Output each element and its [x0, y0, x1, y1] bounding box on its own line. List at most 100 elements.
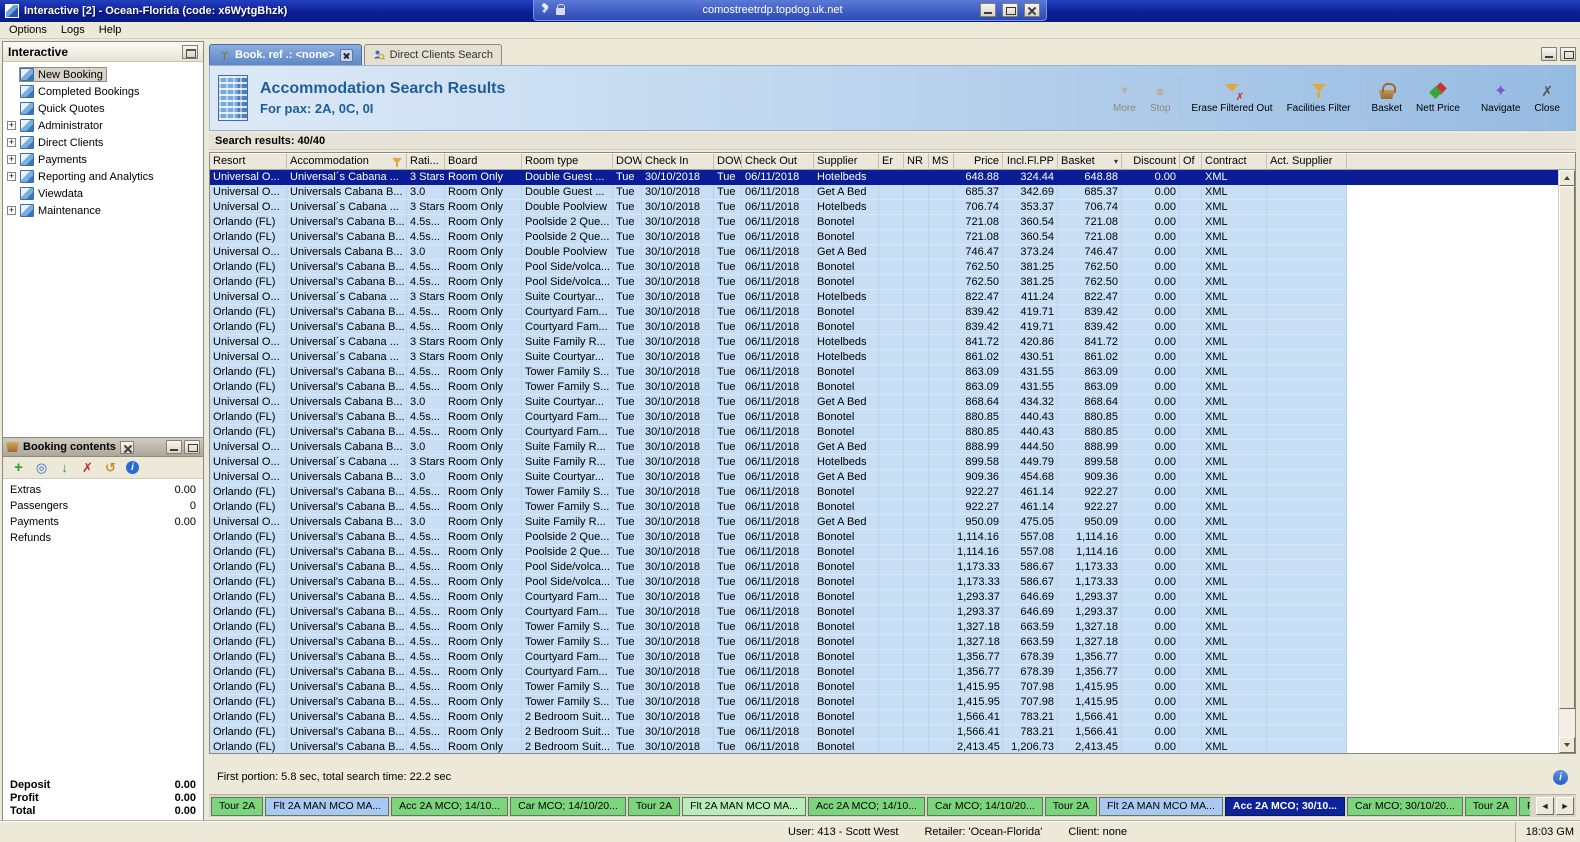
- result-row[interactable]: Orlando (FL) Universal's Cabana B... 4.5s.…: [210, 560, 1558, 575]
- sidebar-item-viewdata[interactable]: Viewdata: [3, 185, 203, 202]
- result-row[interactable]: Universal O... Universals Cabana B... 3.0 R…: [210, 395, 1558, 410]
- expand-icon[interactable]: +: [7, 155, 16, 164]
- column-header-board[interactable]: Board: [445, 153, 522, 170]
- result-row[interactable]: Orlando (FL) Universal's Cabana B... 4.5s.…: [210, 260, 1558, 275]
- tab-close-icon[interactable]: [339, 48, 353, 62]
- expand-icon[interactable]: +: [7, 172, 16, 181]
- booking-row-payments[interactable]: Payments 0.00: [3, 514, 203, 530]
- result-row[interactable]: Orlando (FL) Universal's Cabana B... 4.5s.…: [210, 485, 1558, 500]
- result-row[interactable]: Orlando (FL) Universal's Cabana B... 4.5s.…: [210, 710, 1558, 725]
- itinerary-tab[interactable]: Financial Summary: [1518, 796, 1530, 816]
- navigate-button[interactable]: Navigate: [1474, 82, 1527, 114]
- column-header-ms[interactable]: MS: [929, 153, 954, 170]
- column-header-check-in[interactable]: Check In: [642, 153, 714, 170]
- sidebar-item-new-booking[interactable]: New Booking: [3, 66, 203, 83]
- add-icon[interactable]: +: [11, 459, 26, 476]
- itinerary-tab[interactable]: Car MCO; 30/10/20...: [1346, 796, 1463, 816]
- result-row[interactable]: Universal O... Universal´s Cabana ... 3 St…: [210, 290, 1558, 305]
- result-row[interactable]: Orlando (FL) Universal's Cabana B... 4.5s.…: [210, 665, 1558, 680]
- view-icon[interactable]: ◎: [34, 460, 49, 475]
- itinerary-tab[interactable]: Flt 2A MAN MCO MA...: [265, 796, 390, 816]
- tab-direct-clients-search[interactable]: Direct Clients Search: [363, 44, 502, 65]
- booking-row-passengers[interactable]: Passengers 0: [3, 498, 203, 514]
- info-icon[interactable]: i: [126, 461, 139, 474]
- booking-panel-minimize-button[interactable]: [166, 440, 182, 454]
- column-header-resort[interactable]: Resort: [210, 153, 287, 170]
- column-header-price[interactable]: Price: [954, 153, 1003, 170]
- result-row[interactable]: Universal O... Universals Cabana B... 3.0 R…: [210, 515, 1558, 530]
- booking-row-refunds[interactable]: Refunds: [3, 530, 203, 546]
- filter-funnel-icon[interactable]: [392, 157, 403, 167]
- sidebar-item-maintenance[interactable]: + Maintenance: [3, 202, 203, 219]
- column-header-contract[interactable]: Contract: [1202, 153, 1267, 170]
- rdp-minimize-button[interactable]: [980, 3, 996, 17]
- expand-icon[interactable]: +: [7, 138, 16, 147]
- rdp-restore-button[interactable]: [1002, 3, 1018, 17]
- result-row[interactable]: Orlando (FL) Universal's Cabana B... 4.5s.…: [210, 230, 1558, 245]
- result-row[interactable]: Orlando (FL) Universal's Cabana B... 4.5s.…: [210, 575, 1558, 590]
- result-row[interactable]: Orlando (FL) Universal's Cabana B... 4.5s.…: [210, 605, 1558, 620]
- result-row[interactable]: Orlando (FL) Universal's Cabana B... 4.5s.…: [210, 680, 1558, 695]
- booking-contents-close-button[interactable]: [119, 440, 134, 454]
- scroll-up-icon[interactable]: [1559, 170, 1575, 186]
- close-button[interactable]: Close: [1527, 82, 1567, 114]
- result-row[interactable]: Universal O... Universal´s Cabana ... 3 St…: [210, 455, 1558, 470]
- result-row[interactable]: Universal O... Universal´s Cabana ... 3 St…: [210, 170, 1558, 185]
- itinerary-tab[interactable]: Tour 2A: [627, 796, 681, 816]
- sidebar-item-administrator[interactable]: + Administrator: [3, 117, 203, 134]
- result-row[interactable]: Universal O... Universal´s Cabana ... 3 St…: [210, 335, 1558, 350]
- erase-filtered-out-button[interactable]: Erase Filtered Out: [1184, 82, 1279, 114]
- booking-panel-restore-button[interactable]: [184, 440, 200, 454]
- result-row[interactable]: Orlando (FL) Universal's Cabana B... 4.5s.…: [210, 275, 1558, 290]
- basket-button[interactable]: Basket: [1364, 82, 1409, 114]
- column-header-er[interactable]: Er: [879, 153, 904, 170]
- itinerary-tab[interactable]: Acc 2A MCO; 14/10...: [808, 796, 925, 816]
- result-row[interactable]: Orlando (FL) Universal's Cabana B... 4.5s.…: [210, 620, 1558, 635]
- result-row[interactable]: Orlando (FL) Universal's Cabana B... 4.5s.…: [210, 635, 1558, 650]
- column-header-discount[interactable]: Discount: [1122, 153, 1180, 170]
- result-row[interactable]: Orlando (FL) Universal's Cabana B... 4.5s.…: [210, 365, 1558, 380]
- result-row[interactable]: Orlando (FL) Universal's Cabana B... 4.5s.…: [210, 650, 1558, 665]
- column-header-basket[interactable]: Basket ▾: [1058, 153, 1122, 170]
- result-row[interactable]: Orlando (FL) Universal's Cabana B... 4.5s.…: [210, 425, 1558, 440]
- booking-row-extras[interactable]: Extras 0.00: [3, 482, 203, 498]
- menu-help[interactable]: Help: [92, 23, 129, 37]
- scrollbar-track[interactable]: [1559, 186, 1575, 737]
- delete-icon[interactable]: ✗: [80, 460, 95, 475]
- result-row[interactable]: Orlando (FL) Universal's Cabana B... 4.5s.…: [210, 410, 1558, 425]
- sidebar-item-reporting-and-analytics[interactable]: + Reporting and Analytics: [3, 168, 203, 185]
- refresh-icon[interactable]: ↺: [103, 460, 118, 475]
- mdi-restore-button[interactable]: [1560, 47, 1576, 61]
- move-to-basket-icon[interactable]: ↓: [57, 460, 72, 475]
- tab-scroll-left-icon[interactable]: ◄: [1536, 797, 1554, 815]
- column-header-dow[interactable]: DOW: [714, 153, 742, 170]
- expand-icon[interactable]: +: [7, 206, 16, 215]
- column-header-rati[interactable]: Rati...: [407, 153, 445, 170]
- result-row[interactable]: Orlando (FL) Universal's Cabana B... 4.5s.…: [210, 530, 1558, 545]
- scroll-down-icon[interactable]: [1559, 737, 1575, 753]
- result-row[interactable]: Universal O... Universal´s Cabana ... 3 St…: [210, 200, 1558, 215]
- column-header-room-type[interactable]: Room type: [522, 153, 613, 170]
- stop-button[interactable]: Stop: [1143, 82, 1178, 114]
- result-row[interactable]: Universal O... Universals Cabana B... 3.0 R…: [210, 470, 1558, 485]
- result-row[interactable]: Universal O... Universals Cabana B... 3.0 R…: [210, 440, 1558, 455]
- mdi-minimize-button[interactable]: [1541, 47, 1557, 61]
- tab-scroll-right-icon[interactable]: ►: [1556, 797, 1574, 815]
- column-header-nr[interactable]: NR: [904, 153, 929, 170]
- panel-collapse-icon[interactable]: [182, 44, 198, 59]
- result-row[interactable]: Orlando (FL) Universal's Cabana B... 4.5s.…: [210, 305, 1558, 320]
- pin-icon[interactable]: [540, 4, 550, 16]
- column-header-incl-fl-pp[interactable]: Incl.Fl.PP: [1003, 153, 1058, 170]
- more-button[interactable]: More: [1106, 82, 1143, 114]
- itinerary-tab[interactable]: Tour 2A: [211, 796, 264, 816]
- result-row[interactable]: Orlando (FL) Universal's Cabana B... 4.5s.…: [210, 740, 1558, 753]
- sidebar-item-payments[interactable]: + Payments: [3, 151, 203, 168]
- itinerary-tab[interactable]: Acc 2A MCO; 14/10...: [391, 796, 509, 816]
- itinerary-tab[interactable]: Tour 2A: [1044, 796, 1097, 816]
- result-row[interactable]: Orlando (FL) Universal's Cabana B... 4.5s.…: [210, 320, 1558, 335]
- column-header-dow[interactable]: DOW: [613, 153, 642, 170]
- result-row[interactable]: Orlando (FL) Universal's Cabana B... 4.5s.…: [210, 215, 1558, 230]
- column-header-of[interactable]: Of: [1180, 153, 1202, 170]
- column-header-accommodation[interactable]: Accommodation: [287, 153, 407, 170]
- menu-logs[interactable]: Logs: [54, 23, 92, 37]
